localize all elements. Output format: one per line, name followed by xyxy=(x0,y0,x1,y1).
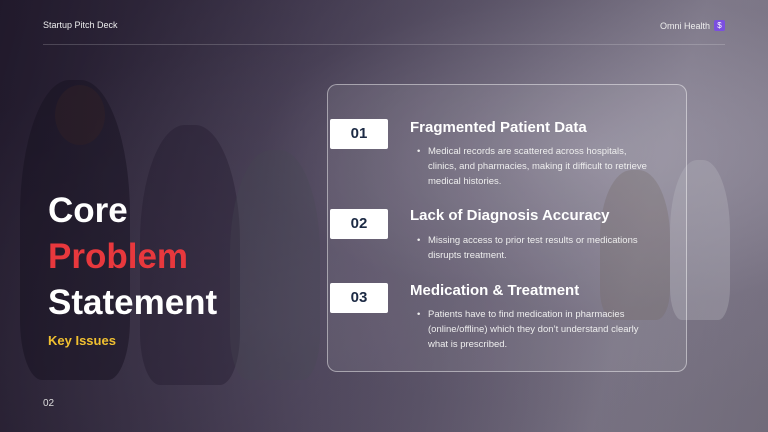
item-number: 03 xyxy=(330,283,388,313)
brand-name: Omni Health xyxy=(659,20,710,31)
page-number: 02 xyxy=(43,398,55,409)
item-description: Patients have to find medication in phar… xyxy=(417,307,653,352)
item-description: Medical records are scattered across hos… xyxy=(417,144,653,189)
deck-label: Startup Pitch Deck xyxy=(43,20,118,30)
slide-subtitle: Key Issues xyxy=(48,333,116,348)
item-title: Fragmented Patient Data xyxy=(410,119,587,136)
item-description: Missing access to prior test results or … xyxy=(417,233,653,263)
header-bar: Startup Pitch Deck Omni Health $ xyxy=(43,0,725,45)
slide: Startup Pitch Deck Omni Health $ Core Pr… xyxy=(0,0,768,432)
dollar-sign-icon: $ xyxy=(714,20,725,31)
title-line-1: Core xyxy=(48,191,128,230)
title-line-2: Problem xyxy=(48,237,189,276)
problems-panel: 01 Fragmented Patient Data Medical recor… xyxy=(327,84,687,372)
item-number: 02 xyxy=(330,209,388,239)
brand: Omni Health $ xyxy=(660,20,725,31)
title-line-3: Statement xyxy=(48,283,218,322)
item-title: Lack of Diagnosis Accuracy xyxy=(410,207,610,224)
slide-title: Core Problem Statement xyxy=(48,188,217,326)
item-number: 01 xyxy=(330,119,388,149)
item-title: Medication & Treatment xyxy=(410,282,580,299)
